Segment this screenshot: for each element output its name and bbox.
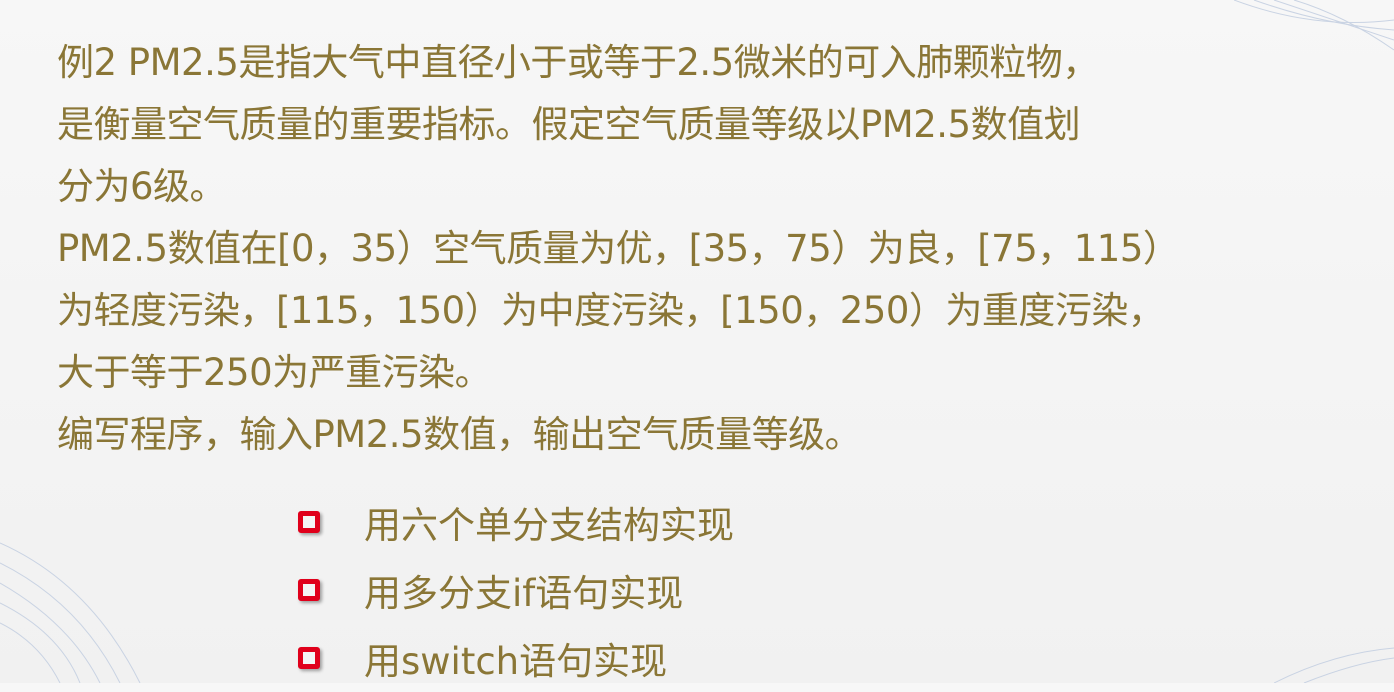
bullet-text: 用多分支if语句实现 bbox=[364, 572, 684, 615]
square-bullet-icon bbox=[298, 511, 320, 533]
bullet-text: 用六个单分支结构实现 bbox=[364, 504, 734, 547]
bullet-item: 用多分支if语句实现 bbox=[298, 556, 734, 624]
square-bullet-icon bbox=[298, 647, 320, 669]
statement-line: 为轻度污染，[115，150）为中度污染，[150，250）为重度污染， bbox=[57, 289, 1165, 332]
statement-line: 大于等于250为严重污染。 bbox=[57, 351, 492, 394]
statement-line: 分为6级。 bbox=[57, 165, 227, 208]
decorative-waves-bottom-right bbox=[1274, 647, 1394, 683]
statement-line: 是衡量空气质量的重要指标。假定空气质量等级以PM2.5数值划 bbox=[57, 103, 1081, 146]
bullet-item: 用switch语句实现 bbox=[298, 624, 734, 692]
decorative-waves-bottom-left bbox=[0, 542, 141, 683]
bullet-list: 用六个单分支结构实现 用多分支if语句实现 用switch语句实现 bbox=[298, 488, 734, 692]
statement-line: 例2 PM2.5是指大气中直径小于或等于2.5微米的可入肺颗粒物， bbox=[57, 41, 1099, 84]
bullet-text: 用switch语句实现 bbox=[364, 640, 668, 683]
statement-line: 编写程序，输入PM2.5数值，输出空气质量等级。 bbox=[57, 413, 862, 456]
square-bullet-icon bbox=[298, 579, 320, 601]
problem-statement: 例2 PM2.5是指大气中直径小于或等于2.5微米的可入肺颗粒物， 是衡量空气质… bbox=[57, 32, 1357, 466]
statement-line: PM2.5数值在[0，35）空气质量为优，[35，75）为良，[75，115） bbox=[57, 227, 1180, 270]
bullet-item: 用六个单分支结构实现 bbox=[298, 488, 734, 556]
